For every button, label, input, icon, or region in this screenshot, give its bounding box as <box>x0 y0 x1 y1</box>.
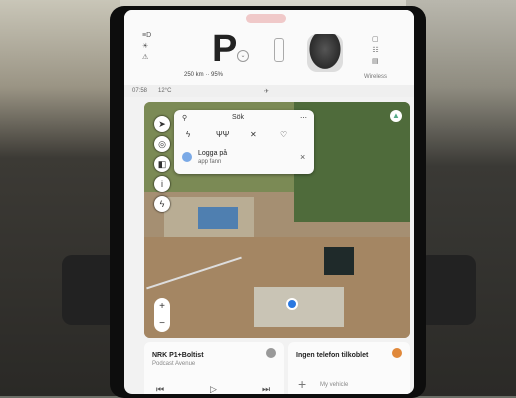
phone-mount-right <box>418 255 476 325</box>
result-item[interactable]: Logga på app fann × <box>174 146 314 172</box>
search-row[interactable]: ⚲ Sök ⋯ <box>174 110 314 126</box>
background-left <box>0 0 120 396</box>
charging-icon[interactable]: ϟ <box>186 130 190 139</box>
account-icon <box>182 152 192 162</box>
right-indicators: ▢ ☷ ▤ <box>372 34 379 67</box>
map-view[interactable]: ➤ ◎ ◧ i ϟ + − ▲ ⚲ Sök ⋯ ϟ ΨΨ ✕ ♡ Logga p… <box>144 102 410 338</box>
info-bar: 07:58 12°C ✈ <box>124 85 414 97</box>
airplane-icon: ✈ <box>264 89 270 95</box>
search-label[interactable]: Sök <box>232 114 244 121</box>
right-indicator-2: ▤ <box>372 58 379 65</box>
compass-icon[interactable]: ◎ <box>154 136 170 152</box>
status-pill <box>246 14 286 23</box>
temperature: 12°C <box>158 88 172 94</box>
restaurant-icon[interactable]: ΨΨ <box>216 130 229 139</box>
right-indicator-0: ▢ <box>372 36 379 43</box>
zoom-control: + − <box>154 298 170 332</box>
navigation-icon[interactable]: ➤ <box>154 116 170 132</box>
navigation-panel: ⚲ Sök ⋯ ϟ ΨΨ ✕ ♡ Logga på app fann × <box>174 110 314 174</box>
media-title: NRK P1+Boltist <box>152 352 204 359</box>
cancel-icon[interactable]: ✕ <box>250 130 257 139</box>
north-arrow-icon[interactable]: ▲ <box>390 110 402 122</box>
map-dark-roof <box>324 247 354 275</box>
status-area: ≡D ☀ ⚠ P ⌄ 250 km ·· 95% ▢ ☷ ▤ Wireless <box>124 10 414 85</box>
gear-indicator[interactable]: P <box>212 30 237 68</box>
right-indicator-1: ☷ <box>372 47 379 54</box>
indicator-1: ☀ <box>142 43 149 50</box>
lock-icon[interactable] <box>274 38 284 62</box>
add-icon[interactable]: + <box>298 376 306 392</box>
layers-icon[interactable]: ◧ <box>154 156 170 172</box>
zoom-out-button[interactable]: − <box>154 315 170 332</box>
favorite-icon[interactable]: ♡ <box>280 130 287 139</box>
car-image[interactable] <box>307 34 343 72</box>
indicator-0: ≡D <box>142 32 152 39</box>
add-label: My vehicle <box>320 382 349 388</box>
phone-card: Ingen telefon tilkoblet + My vehicle <box>288 342 410 394</box>
pin-icon: ⚲ <box>182 115 188 122</box>
media-card: NRK P1+Boltist Podcast Avenue ⏮ ▷ ⏭ <box>144 342 284 394</box>
next-icon[interactable]: ⏭ <box>262 384 270 394</box>
result-title: Logga på <box>198 150 228 157</box>
phone-card-title: Ingen telefon tilkoblet <box>296 352 369 359</box>
touchscreen: ≡D ☀ ⚠ P ⌄ 250 km ·· 95% ▢ ☷ ▤ Wireless … <box>124 10 414 394</box>
play-icon[interactable]: ▷ <box>210 384 217 394</box>
range-readout: 250 km ·· 95% <box>184 72 224 78</box>
map-building <box>198 207 238 229</box>
close-icon[interactable]: × <box>300 152 305 162</box>
result-subtitle: app fann <box>198 159 222 165</box>
left-indicators: ≡D ☀ ⚠ <box>142 30 151 63</box>
zoom-in-button[interactable]: + <box>154 298 170 315</box>
lightning-icon[interactable]: ϟ <box>154 196 170 212</box>
media-source-icon[interactable] <box>266 348 276 358</box>
gear-sub-icon: ⌄ <box>237 50 249 62</box>
more-icon[interactable]: ⋯ <box>300 114 307 122</box>
media-subtitle: Podcast Avenue <box>152 361 196 367</box>
info-icon[interactable]: i <box>154 176 170 192</box>
quick-actions: ϟ ΨΨ ✕ ♡ <box>174 128 314 142</box>
map-parking <box>254 287 344 327</box>
location-marker-icon <box>286 298 298 310</box>
clock: 07:58 <box>132 88 148 94</box>
orange-status-icon[interactable] <box>392 348 402 358</box>
wireless-label: Wireless <box>364 74 388 80</box>
indicator-2: ⚠ <box>142 54 149 61</box>
previous-icon[interactable]: ⏮ <box>156 384 164 394</box>
